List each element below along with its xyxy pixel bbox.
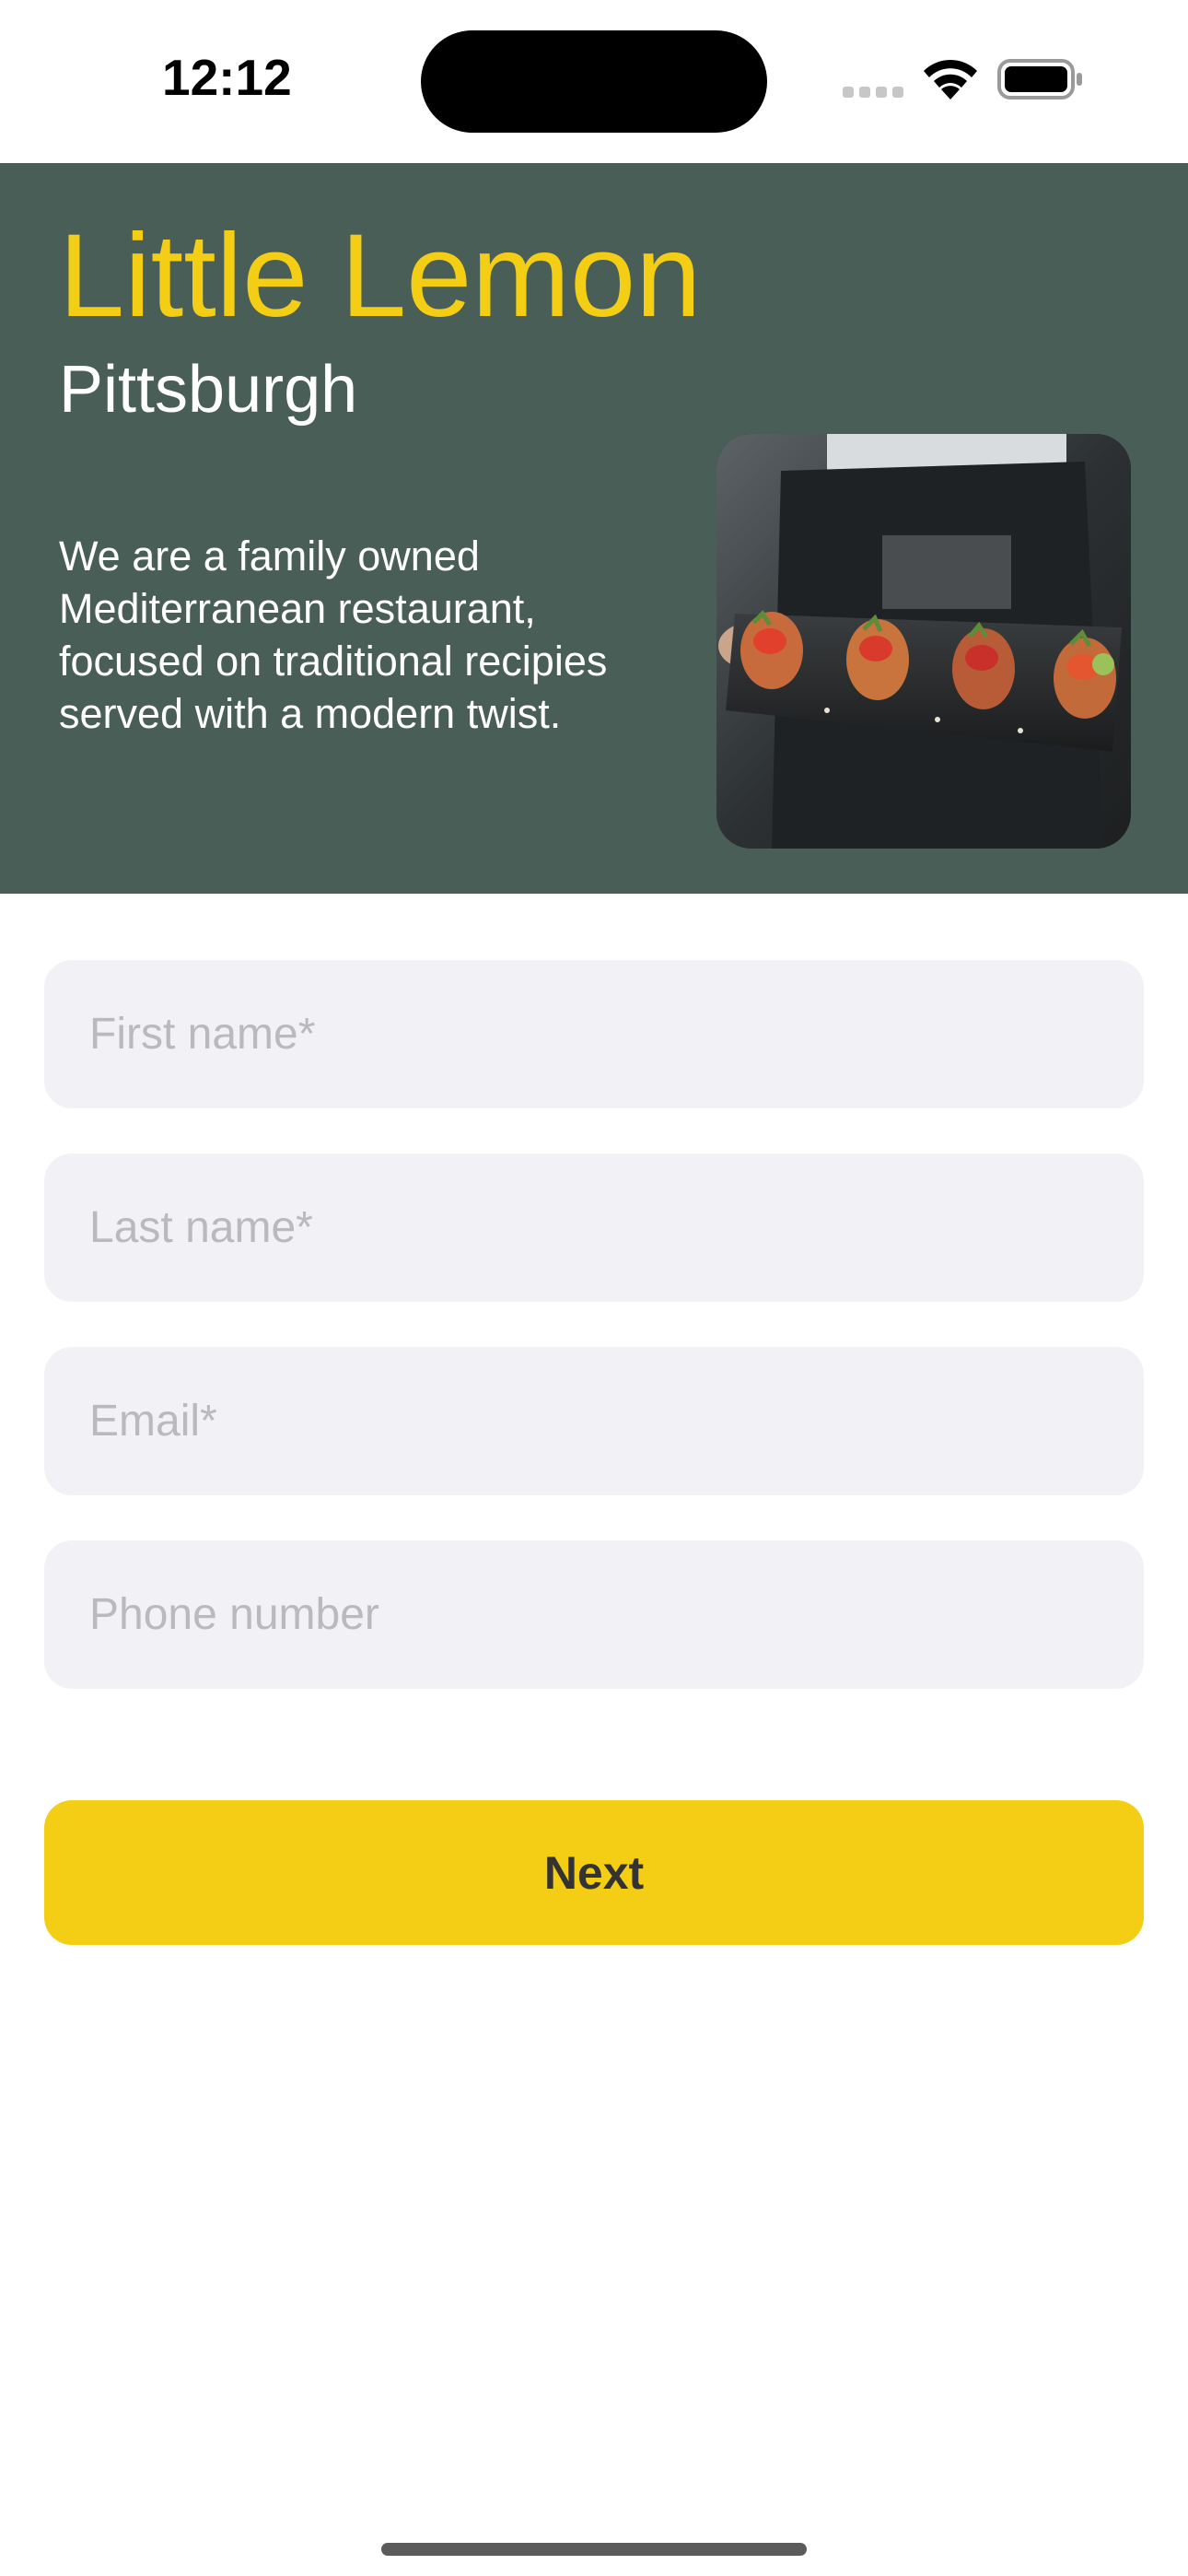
restaurant-title: Little Lemon — [59, 210, 702, 342]
first-name-input[interactable] — [44, 960, 1144, 1108]
next-button[interactable]: Next — [44, 1800, 1144, 1945]
cellular-signal-icon — [843, 87, 905, 98]
last-name-field[interactable] — [44, 1153, 1144, 1302]
restaurant-description: We are a family owned Mediterranean rest… — [59, 533, 608, 737]
hero-banner: Little Lemon Pittsburgh We are a family … — [0, 163, 1188, 894]
last-name-input[interactable] — [44, 1153, 1144, 1302]
email-input[interactable] — [44, 1347, 1144, 1495]
phone-number-input[interactable] — [44, 1540, 1144, 1689]
status-time: 12:12 — [162, 49, 292, 106]
restaurant-dish-image — [716, 434, 1131, 849]
status-bar: 12:12 — [0, 0, 1188, 163]
dynamic-island — [421, 30, 767, 133]
email-field[interactable] — [44, 1347, 1144, 1495]
phone-field[interactable] — [44, 1540, 1144, 1689]
home-indicator[interactable] — [381, 2543, 807, 2556]
restaurant-location: Pittsburgh — [59, 353, 358, 427]
wifi-icon — [921, 59, 980, 101]
first-name-field[interactable] — [44, 960, 1144, 1108]
battery-icon — [997, 58, 1084, 100]
